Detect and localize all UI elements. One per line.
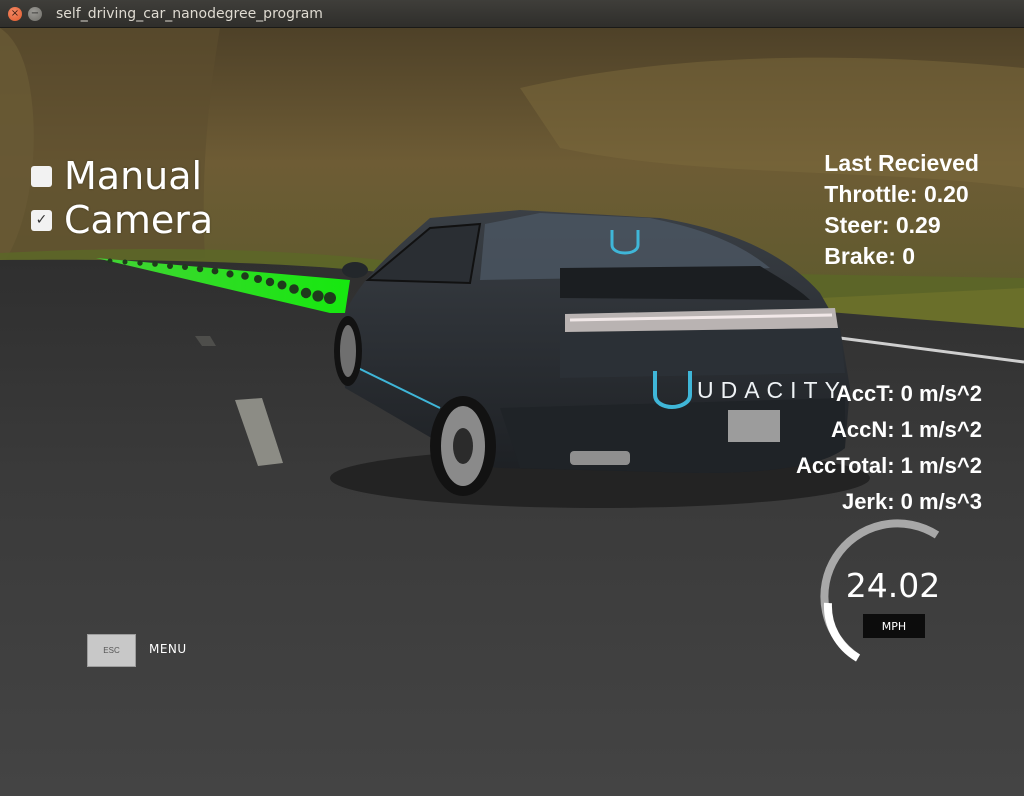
acc-n-readout: AccN: 1 m/s^2 [830,417,982,442]
acceleration-panel: AccT: 0 m/s^2 AccN: 1 m/s^2 AccTotal: 1 … [796,376,982,520]
speed-unit-badge: MPH [863,614,925,638]
manual-toggle[interactable]: Manual [31,156,202,196]
camera-checkbox[interactable]: ✓ [31,209,52,231]
esc-menu-button[interactable]: ESC [87,634,136,667]
camera-toggle[interactable]: ✓ Camera [31,200,213,240]
menu-label: MENU [149,642,187,656]
close-window-button[interactable]: × [8,6,22,21]
minimize-icon: − [30,7,40,19]
window-titlebar: × − self_driving_car_nanodegree_program [0,0,1024,28]
jerk-readout: Jerk: 0 m/s^3 [841,489,982,514]
throttle-readout: Throttle: 0.20 [824,181,969,207]
last-received-header: Last Recieved [824,150,979,176]
speed-value: 24.02 [845,566,941,605]
game-viewport[interactable]: UDACITY Manual ✓ Camera Last Recieved Th… [0,28,1024,796]
checkmark-icon: ✓ [35,212,48,228]
manual-label: Manual [64,154,203,198]
minimize-window-button[interactable]: − [28,6,42,21]
window-title: self_driving_car_nanodegree_program [56,5,323,22]
camera-label: Camera [64,198,214,242]
brake-readout: Brake: 0 [824,243,916,269]
acc-total-readout: AccTotal: 1 m/s^2 [795,453,982,478]
acc-t-readout: AccT: 0 m/s^2 [835,381,982,406]
manual-checkbox[interactable] [31,165,52,187]
steer-readout: Steer: 0.29 [824,212,941,238]
telemetry-panel: Last Recieved Throttle: 0.20 Steer: 0.29… [824,148,979,272]
close-icon: × [10,7,20,19]
